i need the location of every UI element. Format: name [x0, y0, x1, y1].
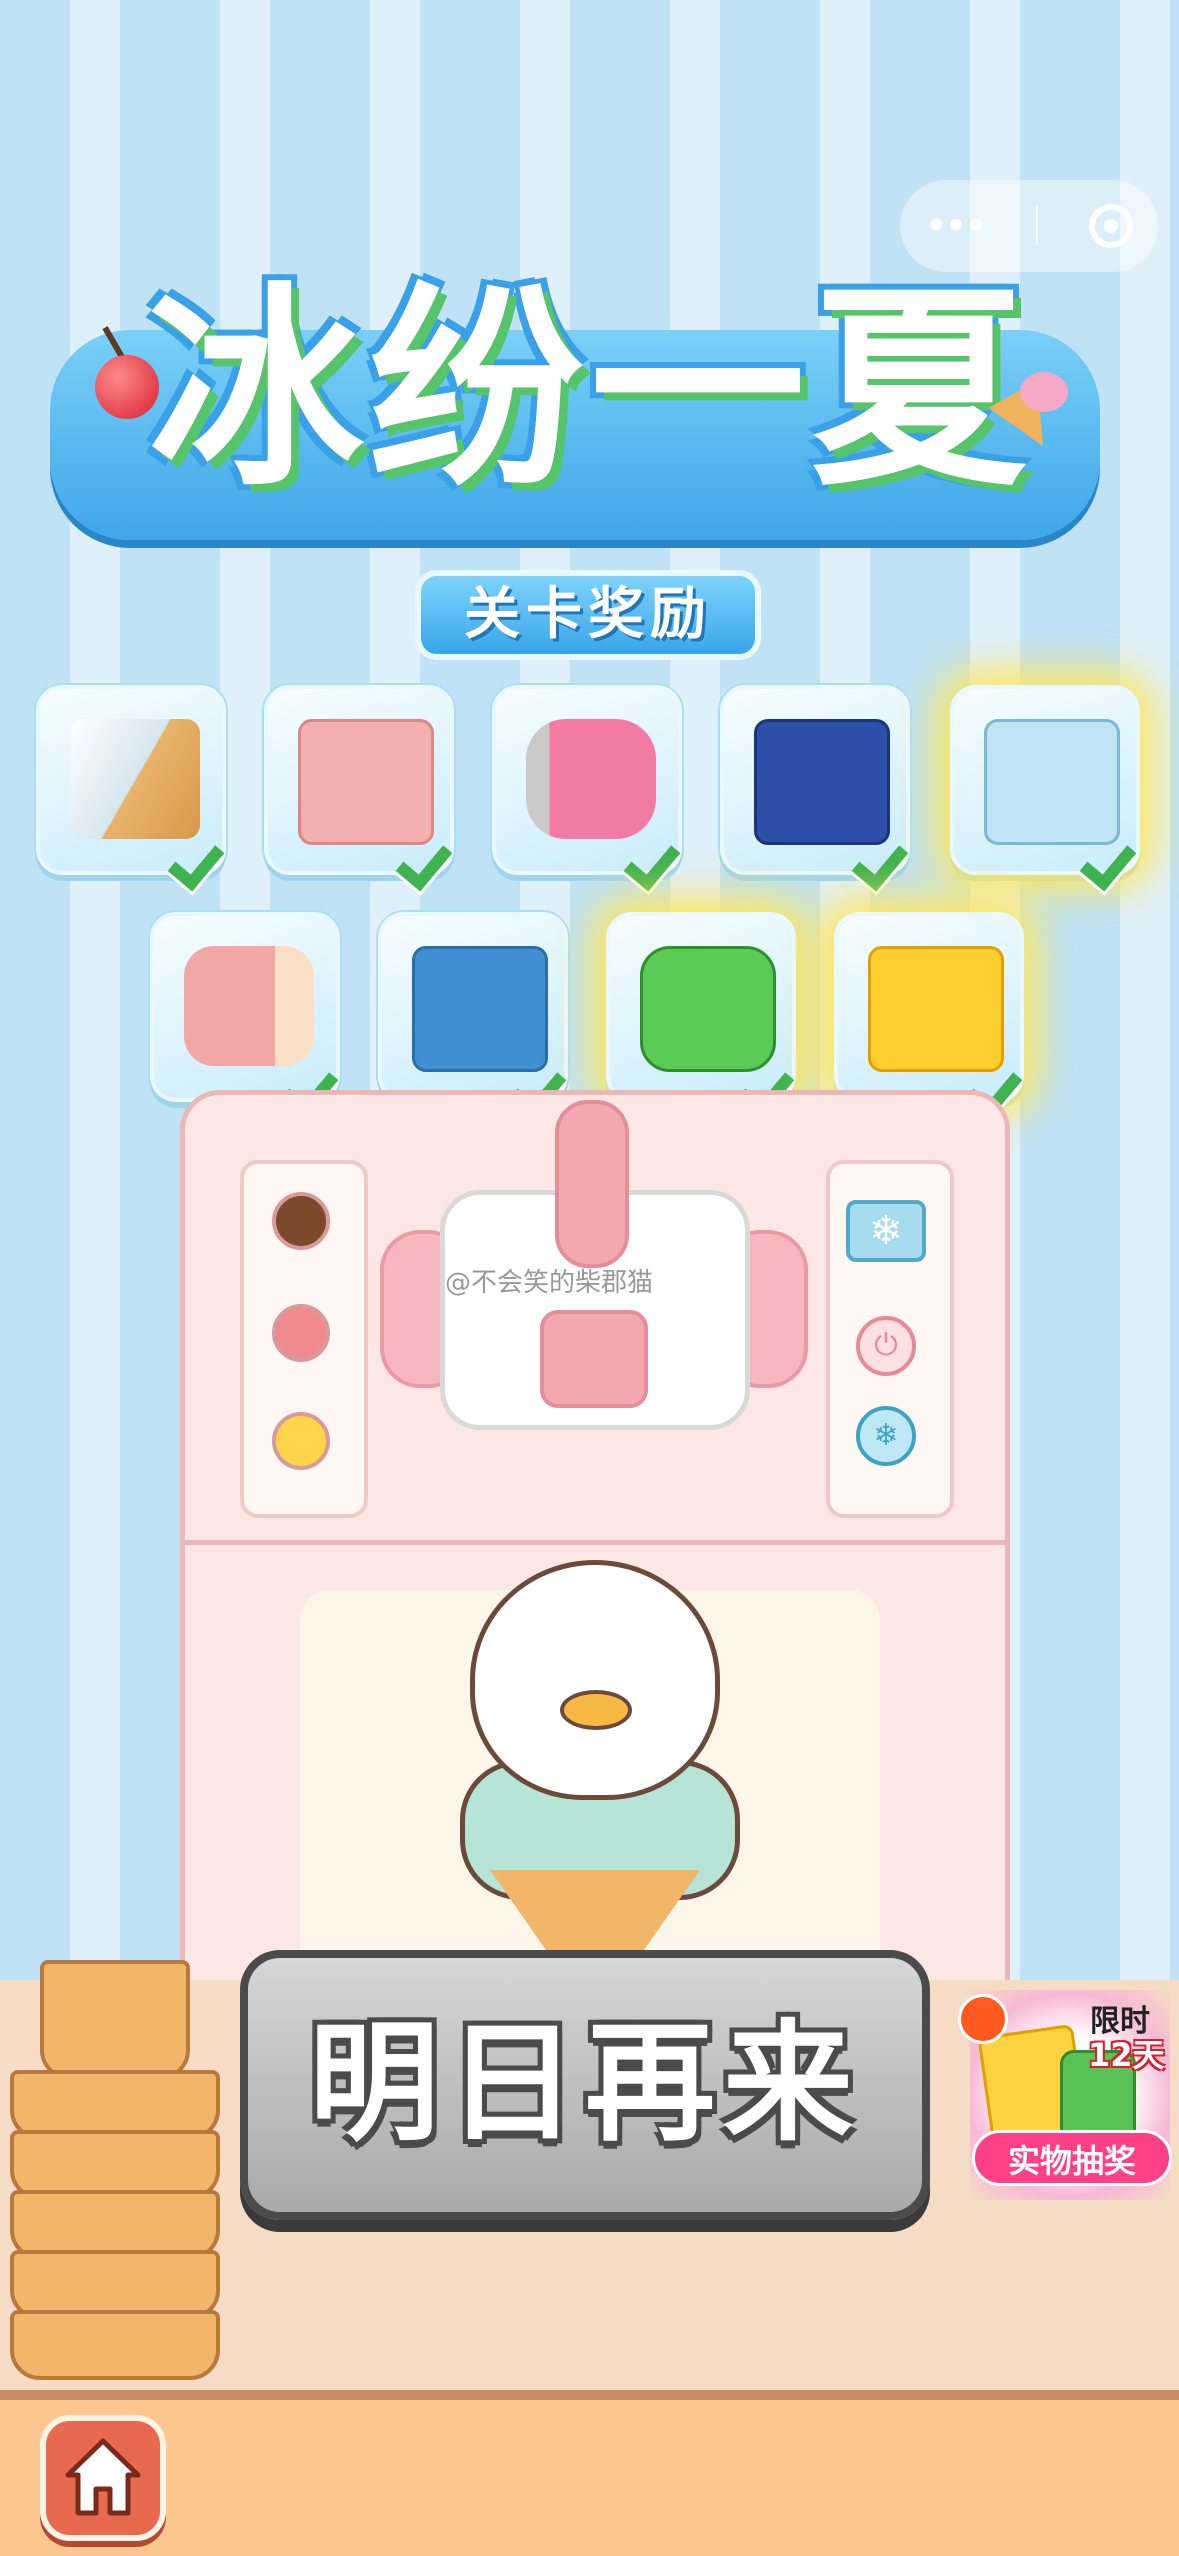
duck-bill	[560, 1690, 632, 1730]
cone-stack-layer	[10, 2310, 220, 2380]
power-button[interactable]: ⏻	[856, 1316, 916, 1376]
level-rewards-banner: 关卡奖励	[415, 570, 761, 660]
come-back-tomorrow-button[interactable]: 明日再来	[240, 1950, 930, 2220]
rice-cake-pack-icon	[412, 946, 548, 1072]
cone-stack-icon	[40, 1960, 190, 2080]
physical-prize-lottery-label[interactable]: 实物抽奖	[972, 2130, 1172, 2186]
mini-program-capsule[interactable]: •••	[900, 180, 1158, 272]
cool-button[interactable]: ❄	[856, 1406, 916, 1466]
lemon-flavor-knob[interactable]	[272, 1412, 330, 1470]
home-button[interactable]	[40, 2415, 166, 2541]
check-icon	[1082, 835, 1138, 881]
home-icon	[65, 2438, 141, 2516]
duck-ice-cream-icon	[470, 1560, 720, 1800]
check-icon	[398, 835, 454, 881]
blue-ice-cream-box-icon	[754, 719, 890, 845]
popsicle-roll-icon	[184, 946, 314, 1066]
pink-cake-icon	[298, 719, 434, 845]
watermark: @不会笑的柴郡猫	[445, 1268, 654, 1298]
snowflake-button[interactable]: ❄	[846, 1200, 926, 1262]
ice-cream-cone-icon	[70, 719, 200, 839]
dispenser-nozzle	[540, 1310, 648, 1408]
check-icon	[170, 835, 226, 881]
notification-dot	[958, 1994, 1008, 2044]
check-icon	[626, 835, 682, 881]
cone-scoop-icon	[1020, 372, 1068, 412]
days-remaining-label: 12天	[1088, 2036, 1165, 2074]
mini-fridge-icon	[984, 719, 1120, 845]
strawberry-flavor-knob[interactable]	[272, 1304, 330, 1362]
capsule-divider	[1035, 206, 1038, 246]
bottom-bar	[0, 2400, 1179, 2556]
pink-can-icon	[526, 719, 656, 839]
target-icon[interactable]	[1088, 204, 1133, 248]
green-duck-bag-icon	[640, 946, 776, 1072]
duck-snack-bag-icon	[868, 946, 1004, 1072]
check-icon	[854, 835, 910, 881]
more-dots-icon[interactable]: •••	[925, 206, 986, 246]
game-title: 冰纷一夏	[148, 264, 1032, 515]
dispenser-lever[interactable]	[555, 1100, 629, 1268]
chocolate-flavor-knob[interactable]	[272, 1192, 330, 1250]
